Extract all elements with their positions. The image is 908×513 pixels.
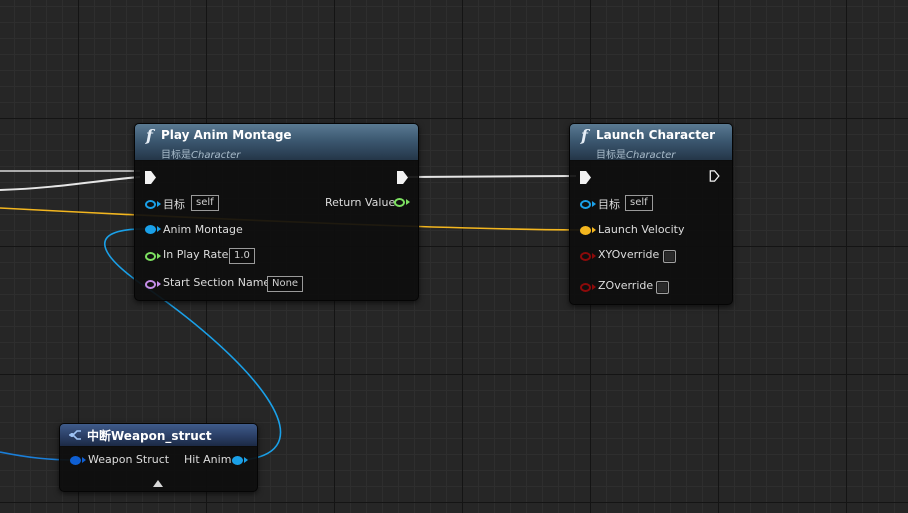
function-icon: f (581, 126, 588, 145)
pin-arrow-icon (592, 284, 596, 290)
exec-out-pin[interactable] (397, 171, 408, 184)
in-play-rate-label: In Play Rate (163, 248, 229, 261)
exec-wire-incoming (0, 176, 141, 191)
expand-pins-arrow-icon[interactable] (153, 480, 163, 487)
xy-override-label: XYOverride (598, 248, 660, 261)
node-subtitle: 目标是Character (596, 150, 676, 161)
weapon-struct-label: Weapon Struct (88, 453, 170, 466)
hit-anim-pin[interactable] (232, 456, 243, 465)
xy-override-pin[interactable] (580, 252, 591, 261)
pin-arrow-icon (157, 253, 161, 259)
anim-montage-label: Anim Montage (163, 223, 243, 236)
node-break-weapon-struct[interactable]: 中断Weapon_struct Weapon Struct Hit Anim (59, 423, 258, 492)
node-title: 中断Weapon_struct (87, 429, 212, 443)
launch-velocity-pin[interactable] (580, 226, 591, 235)
z-override-pin[interactable] (580, 283, 591, 292)
target-label: 目标 (598, 198, 620, 211)
anim-montage-pin[interactable] (145, 225, 156, 234)
pin-arrow-icon (592, 201, 596, 207)
exec-in-pin[interactable] (580, 171, 591, 184)
return-value-label: Return Value (325, 196, 396, 209)
xy-override-checkbox[interactable] (663, 250, 676, 263)
exec-in-pin[interactable] (145, 171, 156, 184)
node-header[interactable]: 中断Weapon_struct (60, 424, 257, 447)
pin-arrow-icon (244, 457, 248, 463)
function-icon: f (146, 126, 153, 145)
pin-arrow-icon (592, 227, 596, 233)
pin-arrow-icon (82, 457, 86, 463)
in-play-rate-pin[interactable] (145, 252, 156, 261)
node-title: Launch Character (596, 128, 716, 142)
exec-out-pin[interactable] (709, 170, 721, 182)
z-override-label: ZOverride (598, 279, 654, 292)
in-play-rate-field[interactable]: 1.0 (229, 248, 255, 264)
pin-arrow-icon (592, 253, 596, 259)
return-value-pin[interactable] (394, 198, 405, 207)
node-header[interactable]: f Launch Character 目标是Character (570, 124, 732, 161)
target-pin[interactable] (145, 200, 156, 209)
target-value-field[interactable]: self (191, 195, 219, 211)
pin-arrow-icon (406, 199, 410, 205)
pin-arrow-icon (157, 201, 161, 207)
pin-arrow-icon (157, 281, 161, 287)
node-play-anim-montage[interactable]: f Play Anim Montage 目标是Character 目标 self… (134, 123, 419, 301)
start-section-name-field[interactable]: None (267, 276, 304, 292)
target-label: 目标 (163, 198, 185, 211)
start-section-name-pin[interactable] (145, 280, 156, 289)
break-struct-icon (69, 430, 81, 440)
node-launch-character[interactable]: f Launch Character 目标是Character 目标 self … (569, 123, 733, 305)
start-section-name-label: Start Section Name (163, 276, 271, 289)
node-title: Play Anim Montage (161, 128, 292, 142)
target-value-field[interactable]: self (625, 195, 653, 211)
pin-arrow-icon (157, 226, 161, 232)
node-subtitle: 目标是Character (161, 150, 241, 161)
target-pin[interactable] (580, 200, 591, 209)
z-override-checkbox[interactable] (656, 281, 669, 294)
exec-wire-montage-to-launch (407, 175, 577, 178)
node-header[interactable]: f Play Anim Montage 目标是Character (135, 124, 418, 161)
hit-anim-label: Hit Anim (184, 453, 232, 466)
weapon-struct-pin[interactable] (70, 456, 81, 465)
launch-velocity-label: Launch Velocity (598, 223, 685, 236)
